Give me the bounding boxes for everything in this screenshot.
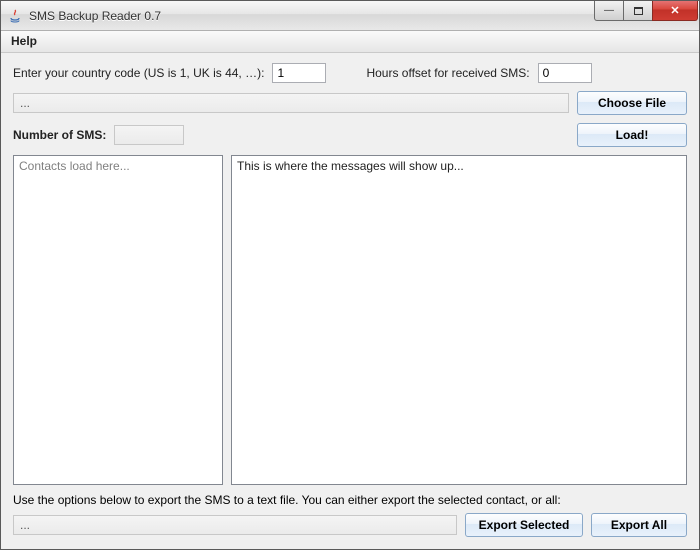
file-row: ... Choose File [13, 91, 687, 115]
window-controls: — ✕ [595, 1, 699, 21]
sms-count-display [114, 125, 184, 145]
window-title: SMS Backup Reader 0.7 [29, 9, 595, 23]
app-window: SMS Backup Reader 0.7 — ✕ Help Enter you… [0, 0, 700, 550]
contacts-list[interactable]: Contacts load here... [13, 155, 223, 485]
export-section: Use the options below to export the SMS … [13, 493, 687, 537]
export-path-display: ... [13, 515, 457, 535]
minimize-icon: — [604, 5, 614, 16]
menu-bar: Help [1, 31, 699, 53]
sms-count-label: Number of SMS: [13, 128, 106, 142]
country-code-label: Enter your country code (US is 1, UK is … [13, 66, 264, 80]
country-code-input[interactable] [272, 63, 326, 83]
hours-offset-input[interactable] [538, 63, 592, 83]
maximize-button[interactable] [623, 1, 653, 21]
maximize-icon [634, 7, 643, 15]
file-path-display: ... [13, 93, 569, 113]
export-selected-button[interactable]: Export Selected [465, 513, 583, 537]
title-bar: SMS Backup Reader 0.7 — ✕ [1, 1, 699, 31]
country-offset-row: Enter your country code (US is 1, UK is … [13, 63, 687, 83]
close-icon: ✕ [670, 4, 679, 17]
messages-pane[interactable]: This is where the messages will show up.… [231, 155, 687, 485]
export-instructions: Use the options below to export the SMS … [13, 493, 687, 507]
minimize-button[interactable]: — [594, 1, 624, 21]
load-button[interactable]: Load! [577, 123, 687, 147]
hours-offset-label: Hours offset for received SMS: [366, 66, 529, 80]
java-icon [7, 8, 23, 24]
menu-help[interactable]: Help [3, 31, 45, 52]
client-area: Enter your country code (US is 1, UK is … [1, 53, 699, 549]
export-all-button[interactable]: Export All [591, 513, 687, 537]
close-button[interactable]: ✕ [652, 1, 698, 21]
panes-row: Contacts load here... This is where the … [13, 155, 687, 485]
count-load-row: Number of SMS: Load! [13, 123, 687, 147]
choose-file-button[interactable]: Choose File [577, 91, 687, 115]
export-row: ... Export Selected Export All [13, 513, 687, 537]
